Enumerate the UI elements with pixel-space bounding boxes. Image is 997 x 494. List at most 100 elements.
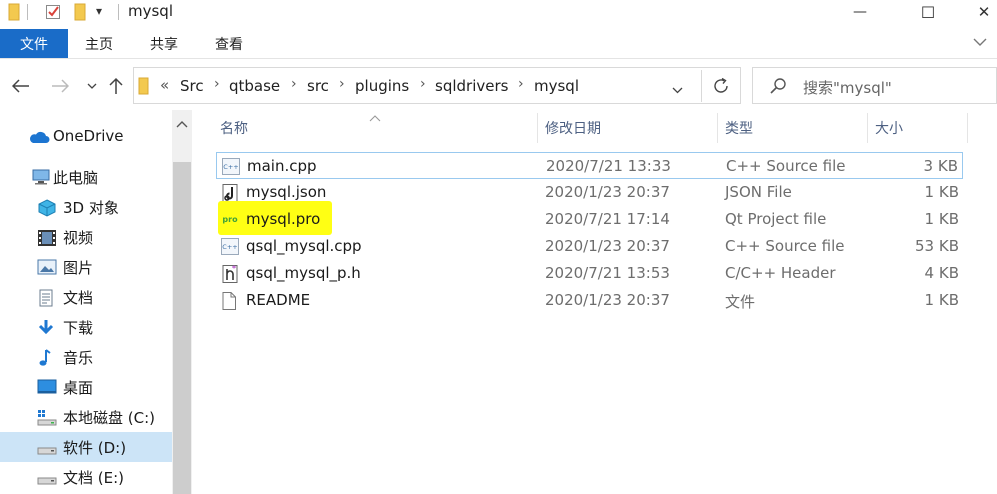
file-row-qsql-mysql-cpp[interactable]: C++ qsql_mysql.cpp 2020/1/23 20:37 C++ S… [216, 233, 963, 260]
breadcrumb-plugins[interactable]: plugins [355, 77, 409, 95]
json-file-icon [221, 184, 239, 202]
quick-access-dropdown[interactable]: ▾ [96, 4, 102, 18]
sidebar-scrollbar-thumb[interactable] [173, 162, 191, 494]
forward-arrow-icon[interactable] [50, 76, 70, 96]
sidebar-item-3d-objects[interactable]: 3D 对象 [0, 192, 172, 222]
file-size: 1 KB [924, 291, 959, 309]
sidebar-item-drive-c[interactable]: 本地磁盘 (C:) [0, 402, 172, 432]
svg-text:pro: pro [222, 215, 238, 224]
tab-file[interactable]: 文件 [0, 29, 68, 58]
sidebar-item-label: OneDrive [53, 127, 124, 145]
search-icon [769, 77, 787, 99]
sidebar-item-label: 此电脑 [53, 169, 99, 187]
file-row-mysql-pro[interactable]: pro mysql.pro 2020/7/21 17:14 Qt Project… [216, 201, 963, 235]
sidebar-item-label: 音乐 [63, 349, 94, 367]
tab-share[interactable]: 共享 [150, 29, 178, 58]
file-type: C++ Source file [725, 237, 845, 255]
breadcrumb-separator-icon[interactable]: › [420, 76, 426, 92]
file-name: mysql.json [246, 183, 327, 201]
breadcrumb-separator-icon[interactable]: › [291, 76, 297, 92]
file-type: C/C++ Header [725, 264, 836, 282]
file-name: README [246, 291, 311, 309]
breadcrumb-src[interactable]: Src [180, 77, 204, 95]
up-arrow-icon[interactable] [106, 76, 126, 96]
column-header-size[interactable]: 大小 [875, 118, 903, 142]
navigation-pane: OneDrive 此电脑 3D 对象 视频 图片 文档 下载 音乐 桌面 本地磁… [0, 110, 172, 494]
sidebar-item-downloads[interactable]: 下载 [0, 312, 172, 342]
sidebar-item-label: 软件 (D:) [63, 439, 127, 457]
svg-text:C++: C++ [222, 243, 237, 251]
cpp-file-icon: C++ [221, 238, 239, 255]
drive-icon [37, 469, 57, 486]
column-header-type[interactable]: 类型 [725, 118, 753, 142]
sidebar-item-drive-e[interactable]: 文档 (E:) [0, 462, 172, 492]
sort-ascending-icon [369, 110, 381, 126]
sidebar-item-label: 3D 对象 [63, 199, 119, 217]
address-divider [701, 70, 702, 102]
address-bar[interactable]: « Src › qtbase › src › plugins › sqldriv… [133, 67, 741, 104]
download-icon [37, 319, 57, 336]
system-drive-icon [37, 409, 57, 426]
breadcrumb-separator-icon[interactable]: › [339, 76, 345, 92]
file-name: main.cpp [247, 157, 317, 175]
navigation-bar: « Src › qtbase › src › plugins › sqldriv… [0, 66, 997, 106]
document-icon [37, 289, 57, 307]
breadcrumb-separator-icon[interactable]: › [214, 76, 220, 92]
close-button[interactable]: ✕ [961, 0, 997, 24]
tab-home[interactable]: 主页 [85, 29, 113, 58]
properties-checkbox-icon[interactable] [45, 3, 63, 25]
refresh-icon[interactable] [712, 77, 730, 99]
svg-text:C++: C++ [223, 163, 238, 171]
sidebar-item-music[interactable]: 音乐 [0, 342, 172, 372]
sidebar-item-documents[interactable]: 文档 [0, 282, 172, 312]
column-divider[interactable] [967, 113, 968, 143]
header-file-icon [221, 265, 239, 283]
sidebar-item-label: 桌面 [63, 379, 94, 397]
sidebar-item-drive-d[interactable]: 软件 (D:) [0, 432, 172, 462]
title-divider [27, 4, 28, 20]
cloud-icon [28, 129, 50, 146]
breadcrumb-mysql[interactable]: mysql [534, 77, 579, 95]
column-header-name[interactable]: 名称 [220, 118, 248, 142]
column-divider[interactable] [537, 113, 538, 143]
sidebar-item-onedrive[interactable]: OneDrive [0, 122, 172, 152]
file-size: 1 KB [924, 183, 959, 201]
ribbon-expand-icon[interactable] [973, 35, 987, 51]
sidebar-item-pictures[interactable]: 图片 [0, 252, 172, 282]
maximize-button[interactable]: ☐ [905, 0, 951, 24]
folder-icon [138, 77, 150, 99]
tab-view[interactable]: 查看 [215, 29, 243, 58]
new-folder-icon[interactable] [74, 3, 88, 25]
file-modified: 2020/1/23 20:37 [545, 183, 670, 201]
breadcrumb-sqldrivers[interactable]: sqldrivers [435, 77, 508, 95]
file-row-qsql-mysql-p-h[interactable]: qsql_mysql_p.h 2020/7/21 13:53 C/C++ Hea… [216, 260, 963, 287]
cube-icon [37, 199, 57, 217]
breadcrumb-qtbase[interactable]: qtbase [229, 77, 280, 95]
window-title: mysql [128, 2, 173, 20]
sidebar-item-videos[interactable]: 视频 [0, 222, 172, 252]
scroll-up-arrow-icon[interactable] [176, 116, 188, 132]
breadcrumb-overflow-icon[interactable]: « [160, 76, 169, 94]
file-size: 53 KB [915, 237, 959, 255]
column-divider[interactable] [717, 113, 718, 143]
recent-locations-chevron-icon[interactable] [82, 76, 102, 96]
back-arrow-icon[interactable] [11, 76, 31, 96]
sidebar-item-this-pc[interactable]: 此电脑 [0, 162, 172, 192]
column-header-modified[interactable]: 修改日期 [545, 118, 601, 142]
minimize-button[interactable]: — [837, 0, 883, 24]
address-history-chevron-icon[interactable] [672, 82, 683, 98]
sidebar-item-desktop[interactable]: 桌面 [0, 372, 172, 402]
file-type: C++ Source file [726, 157, 846, 175]
search-input[interactable]: 搜索"mysql" [752, 67, 997, 104]
folder-icon [8, 3, 22, 25]
file-row-readme[interactable]: README 2020/1/23 20:37 文件 1 KB [216, 287, 963, 314]
sidebar-item-label: 本地磁盘 (C:) [63, 409, 155, 427]
file-row-main-cpp[interactable]: C++ main.cpp 2020/7/21 13:33 C++ Source … [216, 152, 963, 179]
sidebar-item-label: 视频 [63, 229, 94, 247]
file-name: qsql_mysql.cpp [246, 237, 362, 255]
column-divider[interactable] [867, 113, 868, 143]
picture-icon [37, 259, 57, 276]
breadcrumb-separator-icon[interactable]: › [518, 76, 524, 92]
sidebar-item-label: 图片 [63, 259, 94, 277]
breadcrumb-src-sub[interactable]: src [307, 77, 329, 95]
